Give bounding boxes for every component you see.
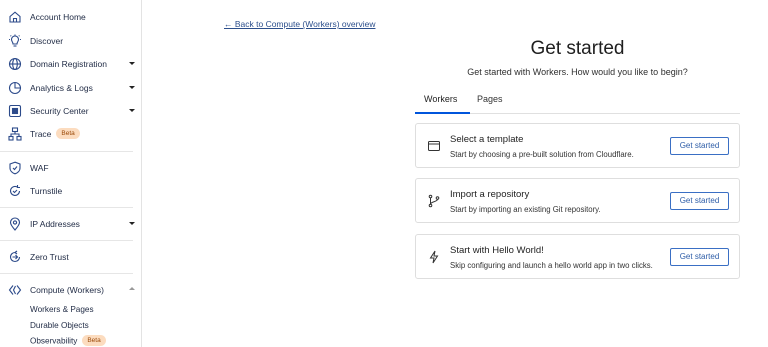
sidebar-item-label: IP Addresses [30, 219, 80, 229]
lightning-bolt-icon [427, 250, 441, 264]
sidebar-item-label: Analytics & Logs [30, 83, 93, 93]
shield-icon [8, 161, 22, 175]
pie-chart-icon [8, 81, 22, 95]
get-started-button[interactable]: Get started [670, 248, 729, 266]
card-hello-world: Start with Hello World! Skip configuring… [415, 234, 740, 279]
tab-pages[interactable]: Pages [477, 94, 503, 104]
turnstile-icon [8, 184, 22, 198]
sidebar-item-label: Discover [30, 36, 64, 46]
beta-badge: Beta [82, 335, 106, 346]
active-tab-indicator [415, 112, 470, 114]
tab-bar: Workers Pages [415, 90, 740, 114]
beta-badge: Beta [56, 128, 80, 140]
workers-icon [8, 283, 22, 297]
sidebar-item-label: WAF [30, 163, 49, 173]
sidebar-item-label: Account Home [30, 12, 86, 22]
back-to-overview-link[interactable]: ← Back to Compute (Workers) overview [224, 19, 375, 29]
sidebar-subitem-durable-objects[interactable]: Durable Objects [30, 321, 89, 330]
card-title: Select a template [450, 134, 524, 145]
sidebar-item-text: Trace [30, 129, 52, 139]
card-description: Start by importing an existing Git repos… [450, 205, 601, 214]
sidebar: Account Home Discover Domain Registratio… [0, 0, 142, 347]
chevron-down-icon[interactable] [129, 86, 135, 89]
main-content: ← Back to Compute (Workers) overview Get… [142, 0, 768, 347]
sidebar-item-label: Zero Trust [30, 252, 69, 262]
sidebar-item-compute-workers[interactable]: Compute (Workers) [0, 279, 141, 301]
sidebar-item-analytics-logs[interactable]: Analytics & Logs [0, 77, 141, 99]
get-started-button[interactable]: Get started [670, 192, 729, 210]
sidebar-item-ip-addresses[interactable]: IP Addresses [0, 213, 141, 235]
globe-icon [8, 57, 22, 71]
lightbulb-icon [8, 34, 22, 48]
get-started-button[interactable]: Get started [670, 137, 729, 155]
chevron-down-icon[interactable] [129, 62, 135, 65]
sidebar-item-security-center[interactable]: Security Center [0, 100, 141, 122]
sidebar-item-label: Domain Registration [30, 59, 108, 69]
card-description: Skip configuring and launch a hello worl… [450, 261, 653, 270]
chevron-up-icon[interactable] [129, 287, 135, 290]
sidebar-item-account-home[interactable]: Account Home [0, 6, 141, 28]
sidebar-item-zero-trust[interactable]: Zero Trust [0, 246, 141, 268]
trace-icon [8, 127, 22, 141]
sidebar-divider [0, 207, 133, 208]
sidebar-item-waf[interactable]: WAF [0, 157, 141, 179]
zero-trust-icon [8, 250, 22, 264]
sidebar-subitem-observability[interactable]: Observability Beta [30, 335, 106, 347]
git-branch-icon [427, 194, 441, 208]
tab-workers[interactable]: Workers [424, 94, 457, 104]
sidebar-item-turnstile[interactable]: Turnstile [0, 180, 141, 202]
sidebar-subitem-text: Observability [30, 336, 78, 346]
browser-window-icon [427, 139, 441, 153]
sidebar-item-label: Security Center [30, 106, 89, 116]
sidebar-divider [0, 273, 133, 274]
sidebar-item-domain-registration[interactable]: Domain Registration [0, 53, 141, 75]
security-center-icon [8, 104, 22, 118]
card-title: Import a repository [450, 189, 530, 200]
chevron-down-icon[interactable] [129, 109, 135, 112]
location-pin-icon [8, 217, 22, 231]
sidebar-item-label: Trace Beta [30, 123, 80, 145]
chevron-down-icon[interactable] [129, 222, 135, 225]
sidebar-item-label: Compute (Workers) [30, 285, 104, 295]
card-import-repository: Import a repository Start by importing a… [415, 178, 740, 223]
card-description: Start by choosing a pre-built solution f… [450, 150, 634, 159]
home-icon [8, 10, 22, 24]
page-subtitle: Get started with Workers. How would you … [467, 67, 688, 77]
card-title: Start with Hello World! [450, 245, 544, 256]
sidebar-divider [0, 151, 133, 152]
page-title: Get started [530, 38, 625, 59]
sidebar-item-discover[interactable]: Discover [0, 30, 141, 52]
sidebar-item-trace[interactable]: Trace Beta [0, 123, 141, 145]
card-select-template: Select a template Start by choosing a pr… [415, 123, 740, 168]
sidebar-item-label: Turnstile [30, 186, 63, 196]
sidebar-divider [0, 240, 133, 241]
sidebar-subitem-workers-pages[interactable]: Workers & Pages [30, 305, 94, 314]
